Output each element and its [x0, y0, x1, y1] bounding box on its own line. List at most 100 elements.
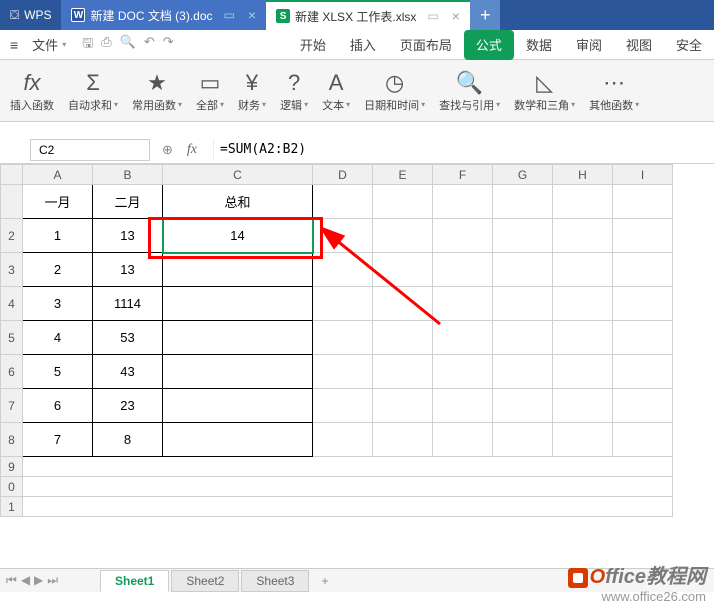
- cell[interactable]: 8: [93, 423, 163, 457]
- cell[interactable]: [373, 321, 433, 355]
- cell[interactable]: [553, 185, 613, 219]
- math-button[interactable]: ◺ 数学和三角▾: [508, 65, 581, 117]
- other-functions-button[interactable]: ⋯ 其他函数▾: [583, 65, 645, 117]
- col-header[interactable]: H: [553, 165, 613, 185]
- print-icon[interactable]: ⎙: [101, 34, 111, 56]
- formula-input[interactable]: =SUM(A2:B2): [213, 139, 714, 161]
- cell[interactable]: [493, 185, 553, 219]
- cell-selected[interactable]: 14: [163, 219, 313, 253]
- tab-xlsx[interactable]: S 新建 XLSX 工作表.xlsx ▭ ×: [266, 0, 470, 30]
- cell[interactable]: [433, 219, 493, 253]
- col-header[interactable]: A: [23, 165, 93, 185]
- row-header[interactable]: 1: [1, 497, 23, 517]
- col-header[interactable]: E: [373, 165, 433, 185]
- cell[interactable]: 23: [93, 389, 163, 423]
- cell[interactable]: 13: [93, 253, 163, 287]
- cell[interactable]: 1: [23, 219, 93, 253]
- cell[interactable]: [163, 389, 313, 423]
- hamburger-icon[interactable]: ≡: [4, 37, 24, 53]
- autosum-button[interactable]: Σ 自动求和▾: [62, 65, 124, 117]
- preview-icon[interactable]: 🔍: [120, 34, 136, 56]
- cell[interactable]: 6: [23, 389, 93, 423]
- cell[interactable]: 一月: [23, 185, 93, 219]
- close-icon[interactable]: ×: [452, 8, 460, 24]
- cell[interactable]: [613, 287, 673, 321]
- cell[interactable]: [373, 219, 433, 253]
- cell[interactable]: [613, 185, 673, 219]
- logical-button[interactable]: ? 逻辑▾: [274, 65, 314, 117]
- tab-layout[interactable]: 页面布局: [388, 30, 464, 60]
- cell[interactable]: [433, 287, 493, 321]
- last-sheet-icon[interactable]: ⏭: [47, 573, 58, 588]
- name-box[interactable]: C2: [30, 139, 150, 161]
- row-header[interactable]: 8: [1, 423, 23, 457]
- tab-data[interactable]: 数据: [514, 30, 564, 60]
- common-functions-button[interactable]: ★ 常用函数▾: [126, 65, 188, 117]
- cell[interactable]: [493, 321, 553, 355]
- cell[interactable]: [493, 287, 553, 321]
- cell[interactable]: 总和: [163, 185, 313, 219]
- row-header[interactable]: 9: [1, 457, 23, 477]
- fx-label-icon[interactable]: fx: [183, 142, 201, 158]
- financial-button[interactable]: ¥ 财务▾: [232, 65, 272, 117]
- col-header[interactable]: D: [313, 165, 373, 185]
- cell[interactable]: [493, 219, 553, 253]
- tab-start[interactable]: 开始: [288, 30, 338, 60]
- cell[interactable]: [313, 321, 373, 355]
- cell[interactable]: [163, 287, 313, 321]
- tab-insert[interactable]: 插入: [338, 30, 388, 60]
- next-sheet-icon[interactable]: ▶: [34, 573, 43, 588]
- cell[interactable]: [553, 219, 613, 253]
- row-header[interactable]: 3: [1, 253, 23, 287]
- text-button[interactable]: A 文本▾: [316, 65, 356, 117]
- cell[interactable]: 1114: [93, 287, 163, 321]
- cell[interactable]: [373, 389, 433, 423]
- cell[interactable]: [313, 185, 373, 219]
- cell[interactable]: [613, 389, 673, 423]
- row-header[interactable]: 2: [1, 219, 23, 253]
- cell[interactable]: 2: [23, 253, 93, 287]
- file-menu[interactable]: 文件▾: [24, 35, 74, 54]
- cell[interactable]: 3: [23, 287, 93, 321]
- cell[interactable]: [493, 389, 553, 423]
- col-header[interactable]: B: [93, 165, 163, 185]
- row-header[interactable]: 5: [1, 321, 23, 355]
- row-header[interactable]: 7: [1, 389, 23, 423]
- col-header[interactable]: F: [433, 165, 493, 185]
- cell[interactable]: [553, 253, 613, 287]
- cell[interactable]: [163, 423, 313, 457]
- cell[interactable]: 7: [23, 423, 93, 457]
- sheet-tab-2[interactable]: Sheet2: [171, 570, 239, 592]
- cell[interactable]: [433, 355, 493, 389]
- cell[interactable]: [553, 287, 613, 321]
- insert-function-button[interactable]: fx 插入函数: [4, 65, 60, 117]
- cell[interactable]: [23, 457, 673, 477]
- tab-doc[interactable]: W 新建 DOC 文档 (3).doc ▭ ×: [61, 0, 266, 30]
- cell[interactable]: [433, 389, 493, 423]
- zoom-icon[interactable]: ⊕: [162, 142, 173, 158]
- tab-review[interactable]: 审阅: [564, 30, 614, 60]
- cell[interactable]: [373, 185, 433, 219]
- row-header[interactable]: 4: [1, 287, 23, 321]
- cell[interactable]: [23, 497, 673, 517]
- col-header[interactable]: C: [163, 165, 313, 185]
- cell[interactable]: [373, 423, 433, 457]
- cell[interactable]: [373, 253, 433, 287]
- undo-icon[interactable]: ↶: [144, 34, 155, 56]
- save-icon[interactable]: 🖫: [82, 34, 93, 56]
- row-header[interactable]: 0: [1, 477, 23, 497]
- cell[interactable]: [613, 355, 673, 389]
- cell[interactable]: 二月: [93, 185, 163, 219]
- cell[interactable]: [493, 253, 553, 287]
- cell[interactable]: [613, 219, 673, 253]
- add-sheet-button[interactable]: +: [311, 571, 338, 591]
- close-icon[interactable]: ×: [248, 7, 256, 23]
- cell[interactable]: [433, 185, 493, 219]
- cell[interactable]: [163, 355, 313, 389]
- cell[interactable]: [553, 355, 613, 389]
- row-header[interactable]: 6: [1, 355, 23, 389]
- cell[interactable]: [613, 253, 673, 287]
- cell[interactable]: [373, 355, 433, 389]
- tab-wps[interactable]: ⛋ WPS: [0, 0, 61, 30]
- spreadsheet-grid[interactable]: A B C D E F G H I 一月 二月 总和 2 1 13 14 3 2…: [0, 164, 714, 517]
